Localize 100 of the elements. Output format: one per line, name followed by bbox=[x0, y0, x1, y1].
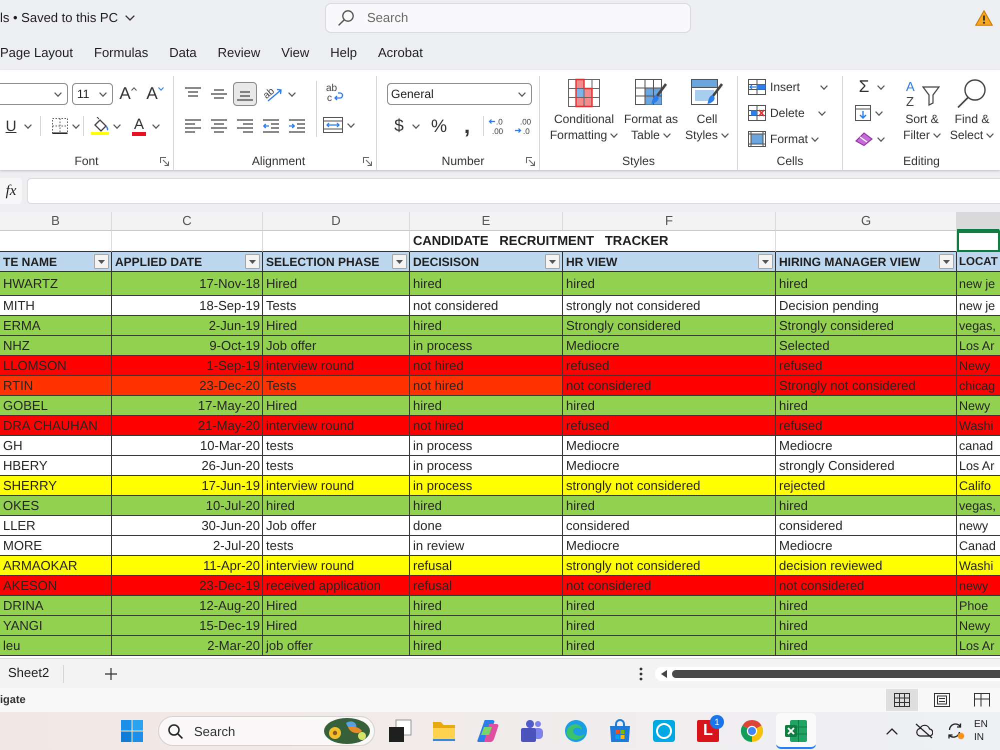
table-cell: Tests bbox=[263, 376, 410, 396]
ribbon-tab[interactable]: Page Layout bbox=[0, 41, 74, 64]
filter-dropdown-icon[interactable] bbox=[94, 254, 109, 269]
align-center-icon[interactable] bbox=[211, 119, 227, 133]
conditional-formatting-button[interactable]: Conditional Formatting bbox=[548, 76, 620, 152]
format-as-table-button[interactable]: Format as Table bbox=[620, 76, 682, 152]
column-header[interactable] bbox=[957, 212, 1000, 231]
caret-icon[interactable] bbox=[877, 136, 885, 142]
percent-button[interactable]: % bbox=[429, 114, 449, 138]
chevron-up-icon[interactable] bbox=[886, 728, 898, 734]
language-button[interactable]: EN IN bbox=[974, 718, 988, 744]
shrink-font-button[interactable]: A bbox=[143, 82, 167, 106]
find-select-button[interactable]: Find & Select bbox=[946, 76, 998, 152]
delete-cells-button[interactable]: Delete bbox=[748, 102, 828, 124]
sync-icon[interactable] bbox=[947, 722, 965, 740]
caret-icon[interactable] bbox=[99, 92, 107, 96]
sort-filter-button[interactable]: A Z Sort & Filter bbox=[898, 76, 946, 152]
column-header[interactable]: B bbox=[0, 212, 112, 231]
column-header[interactable]: C bbox=[112, 212, 263, 231]
currency-button[interactable]: $ bbox=[390, 114, 408, 138]
normal-view-button[interactable] bbox=[886, 689, 918, 711]
caret-icon[interactable] bbox=[811, 136, 820, 142]
plus-icon[interactable] bbox=[105, 668, 118, 680]
eraser-icon[interactable] bbox=[855, 132, 873, 146]
column-header[interactable]: F bbox=[563, 212, 776, 231]
comma-style-button[interactable]: , bbox=[458, 114, 476, 138]
ribbon-tab[interactable]: Review bbox=[218, 41, 260, 64]
bottom-align-button[interactable] bbox=[233, 82, 257, 106]
table-cell: not considered bbox=[563, 376, 776, 396]
formula-input-field[interactable] bbox=[27, 178, 1000, 204]
table-cell: Hired bbox=[263, 316, 410, 336]
insert-function-button[interactable]: fx bbox=[0, 178, 22, 204]
cell-styles-button[interactable]: Cell Styles bbox=[682, 76, 732, 152]
align-left-icon[interactable] bbox=[185, 119, 201, 133]
caret-icon[interactable] bbox=[986, 132, 994, 138]
search-field[interactable]: Search bbox=[325, 2, 691, 32]
warning-icon[interactable] bbox=[975, 10, 993, 26]
table-cell: Mediocre bbox=[563, 436, 776, 456]
caret-icon[interactable] bbox=[412, 124, 420, 128]
table-cell: Strongly considered bbox=[563, 316, 776, 336]
column-header[interactable]: D bbox=[263, 212, 410, 231]
scrollbar-thumb[interactable] bbox=[672, 670, 1000, 678]
scroll-left-icon[interactable] bbox=[661, 670, 667, 678]
filter-dropdown-icon[interactable] bbox=[392, 254, 407, 269]
caret-icon[interactable] bbox=[877, 84, 885, 90]
grow-font-button[interactable]: A bbox=[116, 82, 140, 106]
merge-center-icon[interactable] bbox=[323, 117, 343, 133]
borders-icon[interactable] bbox=[52, 118, 68, 134]
start-icon[interactable] bbox=[121, 720, 143, 742]
ribbon-tab[interactable]: Acrobat bbox=[378, 41, 423, 64]
caret-icon[interactable] bbox=[932, 132, 941, 138]
paint-bucket-icon[interactable] bbox=[91, 117, 109, 135]
caret-icon[interactable] bbox=[24, 124, 32, 128]
column-header[interactable]: E bbox=[410, 212, 563, 231]
ribbon-tab[interactable]: Data bbox=[169, 41, 197, 64]
column-header[interactable]: G bbox=[776, 212, 957, 231]
delete-cells-icon bbox=[748, 105, 766, 121]
caret-icon[interactable] bbox=[288, 92, 296, 96]
underline-button[interactable]: U bbox=[2, 114, 20, 138]
font-name-dropdown[interactable] bbox=[0, 83, 68, 105]
horizontal-scrollbar[interactable] bbox=[655, 666, 1000, 680]
align-right-icon[interactable] bbox=[237, 119, 253, 133]
ribbon-tab[interactable]: Help bbox=[330, 41, 357, 64]
increase-indent-icon[interactable] bbox=[289, 119, 305, 133]
insert-cells-button[interactable]: Insert bbox=[748, 76, 828, 98]
selected-cell[interactable] bbox=[957, 231, 1000, 252]
ribbon-tab[interactable]: Formulas bbox=[94, 41, 148, 64]
filter-dropdown-icon[interactable] bbox=[545, 254, 560, 269]
caret-icon[interactable] bbox=[720, 132, 729, 138]
number-format-dropdown[interactable]: General bbox=[387, 83, 532, 105]
caret-icon[interactable] bbox=[875, 110, 883, 116]
dialog-launcher-icon[interactable] bbox=[160, 156, 169, 166]
caret-icon[interactable] bbox=[113, 124, 121, 128]
document-title-button[interactable]: ls • Saved to this PC bbox=[0, 8, 135, 27]
filter-dropdown-icon[interactable] bbox=[245, 254, 260, 269]
table-cell: in process bbox=[410, 476, 563, 496]
filter-dropdown-icon[interactable] bbox=[939, 254, 954, 269]
caret-icon[interactable] bbox=[610, 132, 618, 138]
font-color-button[interactable]: A bbox=[130, 114, 148, 138]
caret-icon[interactable] bbox=[818, 110, 826, 116]
dialog-launcher-icon[interactable] bbox=[526, 156, 535, 166]
autosum-button[interactable]: Σ bbox=[855, 75, 873, 99]
ribbon-tab[interactable]: View bbox=[281, 41, 310, 64]
table-cell: MORE bbox=[0, 536, 112, 556]
more-options-icon[interactable] bbox=[639, 666, 643, 680]
sheet-tab[interactable]: Sheet2 bbox=[0, 660, 58, 686]
caret-icon[interactable] bbox=[152, 124, 160, 128]
fill-down-icon[interactable] bbox=[855, 105, 871, 121]
caret-icon[interactable] bbox=[662, 132, 671, 138]
caret-icon[interactable] bbox=[820, 84, 828, 90]
caret-icon[interactable] bbox=[518, 92, 526, 96]
caret-icon[interactable] bbox=[54, 92, 62, 96]
caret-icon[interactable] bbox=[347, 122, 355, 128]
cloud-off-icon[interactable] bbox=[915, 723, 933, 739]
format-cells-button[interactable]: Format bbox=[748, 128, 828, 150]
decrease-indent-icon[interactable] bbox=[263, 119, 279, 133]
dialog-launcher-icon[interactable] bbox=[363, 156, 372, 166]
filter-dropdown-icon[interactable] bbox=[758, 254, 773, 269]
caret-icon[interactable] bbox=[72, 124, 80, 128]
font-size-dropdown[interactable]: 11 bbox=[72, 83, 113, 105]
